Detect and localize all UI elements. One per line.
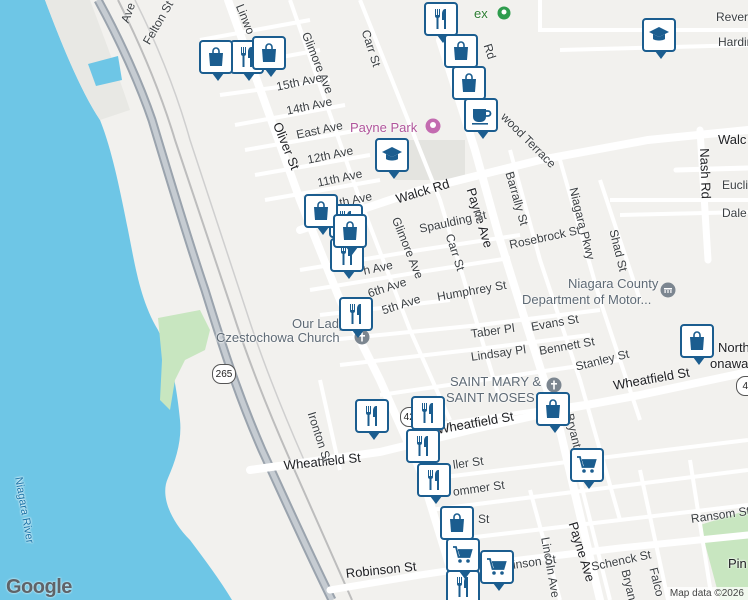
shopping-cart-icon (453, 546, 473, 563)
government-icon[interactable] (660, 282, 676, 298)
coffee-cup-icon (472, 109, 492, 125)
label-north: North (718, 340, 748, 355)
label-tonawanda: onawa (710, 356, 748, 371)
label-saint-mary-2[interactable]: SAINT MOSES (446, 390, 535, 405)
shopping-pin[interactable] (199, 40, 233, 81)
map-attribution[interactable]: Map data ©2026 (665, 587, 748, 600)
shopping-bag-icon (690, 331, 704, 350)
grocery-pin[interactable] (570, 448, 604, 489)
cafe-pin[interactable] (464, 98, 498, 139)
label-our-lady-1[interactable]: Our Lady (292, 316, 345, 331)
shopping-bag-icon (454, 41, 468, 60)
school-pin[interactable] (642, 18, 676, 59)
fork-knife-icon (366, 406, 377, 426)
restaurant-pin[interactable] (355, 399, 389, 440)
park-icon[interactable] (425, 118, 441, 134)
label-dale: Dale B (722, 206, 748, 220)
shopping-pin[interactable] (333, 214, 367, 255)
restaurant-pin[interactable] (417, 463, 451, 504)
label-our-lady-2[interactable]: Czestochowa Church (216, 330, 340, 345)
shop-marker-icon[interactable] (497, 6, 511, 20)
shopping-bag-icon (450, 513, 464, 532)
label-payne-park[interactable]: Payne Park (350, 120, 417, 135)
fork-knife-icon (428, 470, 439, 490)
shopping-bag-icon (262, 43, 276, 62)
shopping-cart-icon (577, 456, 597, 473)
restaurant-pin[interactable] (339, 297, 373, 338)
grocery-pin[interactable] (446, 538, 480, 579)
grocery-pin[interactable] (480, 550, 514, 591)
map-canvas[interactable]: Walck Rd Walc Payne Ave Payne Ave Oliver… (0, 0, 748, 600)
google-logo: Google (6, 576, 72, 598)
fork-knife-icon (435, 9, 446, 29)
shopping-cart-icon (487, 558, 507, 575)
shopping-pin[interactable] (536, 392, 570, 433)
label-walck-rd-east: Walc (718, 132, 747, 147)
church-icon[interactable] (546, 377, 562, 393)
shopping-bag-icon (546, 399, 560, 418)
shopping-pin[interactable] (252, 36, 286, 77)
shopping-pin[interactable] (680, 324, 714, 365)
fork-knife-icon (350, 304, 361, 324)
label-niagara-county-2[interactable]: Department of Motor... (522, 292, 651, 307)
label-euclid: Euclid (722, 178, 748, 192)
label-rex[interactable]: ex (474, 6, 488, 21)
label-nash-rd: Nash Rd (697, 148, 714, 200)
fork-knife-icon (422, 403, 433, 423)
restaurant-pin[interactable] (411, 396, 445, 437)
graduation-cap-icon (382, 147, 402, 161)
shopping-pin[interactable] (440, 506, 474, 547)
shopping-bag-icon (314, 201, 328, 220)
shopping-pin[interactable] (452, 66, 486, 107)
fork-knife-icon (417, 436, 428, 456)
label-harding: Hardin (718, 35, 748, 49)
restaurant-pin[interactable] (424, 2, 458, 43)
park-area (158, 310, 210, 410)
shopping-pin[interactable] (444, 34, 478, 75)
label-niagara-county-1[interactable]: Niagara County (568, 276, 658, 291)
label-saint-mary-1[interactable]: SAINT MARY & (450, 374, 541, 389)
route-265-shield: 265 (212, 364, 236, 384)
shopping-bag-icon (209, 47, 223, 66)
shopping-bag-icon (462, 73, 476, 92)
restaurant-pin[interactable] (406, 429, 440, 470)
label-st-mid: St (478, 512, 490, 526)
label-revere: Revere (716, 10, 748, 24)
school-pin[interactable] (375, 138, 409, 179)
route-42-shield-east: 42 (736, 376, 748, 396)
graduation-cap-icon (649, 27, 669, 41)
label-pin: Pin (728, 556, 747, 571)
shopping-bag-icon (343, 221, 357, 240)
